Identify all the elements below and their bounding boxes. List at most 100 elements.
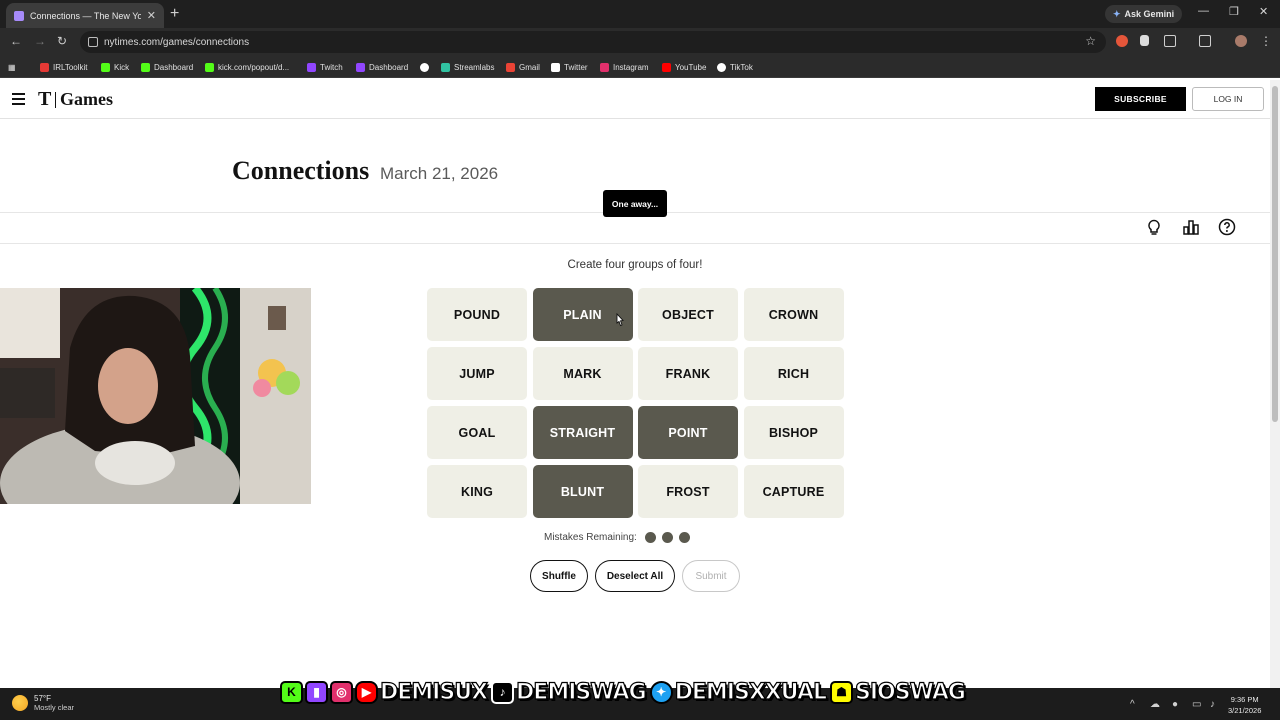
word-card[interactable]: BLUNT — [532, 465, 633, 518]
submit-button[interactable]: Submit — [682, 560, 740, 592]
browser-tab[interactable]: Connections — The New York T ✕ — [6, 3, 164, 28]
bookmark-item[interactable]: Twitch — [307, 60, 343, 74]
cloud-icon[interactable]: ☁ — [1150, 699, 1160, 710]
bookmark-item[interactable]: Twitter — [551, 60, 588, 74]
address-bar[interactable]: nytimes.com/games/connections ☆ — [80, 31, 1106, 53]
instructions-text: Create four groups of four! — [567, 259, 703, 271]
word-card[interactable]: POINT — [638, 406, 738, 459]
bookmark-item[interactable]: Dashboard — [141, 60, 193, 74]
login-button[interactable]: LOG IN — [1192, 87, 1264, 111]
help-question-icon[interactable] — [1218, 218, 1236, 236]
word-card[interactable]: CAPTURE — [743, 465, 844, 518]
instagram-logo-icon: ◎ — [330, 680, 353, 704]
browser-tab-bar: Connections — The New York T ✕ + ✦ Ask G… — [0, 0, 1280, 28]
mistake-dot — [644, 532, 656, 543]
subscribe-button[interactable]: SUBSCRIBE — [1095, 87, 1186, 111]
bookmark-item[interactable]: kick.com/popout/d... — [205, 60, 289, 74]
mic-icon[interactable]: ● — [1172, 699, 1178, 710]
bookmark-item[interactable]: Kick — [101, 60, 129, 74]
nyt-games-favicon-icon — [14, 10, 24, 21]
mistakes-remaining: Mistakes Remaining: — [544, 532, 690, 543]
mouse-pointer-icon — [616, 313, 624, 327]
word-card[interactable]: BISHOP — [743, 406, 844, 459]
volume-icon[interactable]: ♪ — [1210, 699, 1215, 710]
games-brand[interactable]: Games — [60, 89, 113, 110]
word-card[interactable]: GOAL — [427, 406, 527, 459]
reload-icon[interactable]: ↻ — [57, 34, 67, 48]
mistakes-label: Mistakes Remaining: — [544, 532, 637, 543]
divider — [0, 243, 1270, 244]
site-header: T Games SUBSCRIBE LOG IN — [0, 80, 1270, 119]
bookmark-item[interactable]: Instagram — [600, 60, 649, 74]
extensions-puzzle-icon[interactable] — [1164, 35, 1176, 47]
extension-icon[interactable] — [1116, 35, 1128, 47]
apps-grid-icon[interactable]: ▦ — [8, 60, 16, 74]
lock-extension-icon[interactable] — [1140, 35, 1149, 46]
bookmark-item[interactable] — [420, 60, 433, 74]
system-clock[interactable]: 9:36 PM 3/21/2026 — [1228, 694, 1261, 716]
profile-avatar[interactable] — [1235, 35, 1247, 47]
twitch-logo-icon: ▮ — [305, 680, 328, 704]
word-card[interactable]: FROST — [638, 465, 738, 518]
side-panel-icon[interactable] — [1199, 35, 1211, 47]
display-icon[interactable]: ▭ — [1192, 699, 1201, 710]
minimize-icon[interactable]: — — [1198, 5, 1209, 17]
bookmark-item[interactable]: Streamlabs — [441, 60, 494, 74]
word-card[interactable]: RICH — [743, 347, 844, 400]
restore-icon[interactable]: ❐ — [1229, 5, 1239, 18]
hamburger-menu-icon[interactable] — [12, 93, 25, 105]
puzzle-date: March 21, 2026 — [380, 164, 499, 183]
bookmark-item[interactable]: TikTok — [717, 60, 753, 74]
weather-condition: Mostly clear — [34, 703, 75, 712]
kick-logo-icon: K — [280, 680, 303, 704]
word-card[interactable]: KING — [427, 465, 527, 518]
word-card[interactable]: POUND — [427, 288, 527, 341]
handle-text: DEMISXXUAL — [674, 679, 828, 705]
bookmark-item[interactable]: Dashboard — [356, 60, 408, 74]
stats-chart-icon[interactable] — [1182, 218, 1200, 236]
twitter-bird-icon: ✦ — [649, 680, 673, 704]
word-card[interactable]: MARK — [532, 347, 633, 400]
deselect-all-button[interactable]: Deselect All — [595, 560, 675, 592]
forward-icon[interactable]: → — [34, 34, 46, 48]
word-card[interactable]: FRANK — [638, 347, 738, 400]
social-handles-overlay: K ▮ ◎ ▶ DEMISUX ♪ DEMISWAG ✦ DEMISXXUAL … — [280, 677, 967, 707]
logo-divider — [55, 92, 56, 108]
new-tab-button[interactable]: + — [170, 5, 179, 23]
weather-widget[interactable]: 57°F Mostly clear — [12, 694, 74, 712]
bookmark-item[interactable]: Gmail — [506, 60, 540, 74]
word-card[interactable]: JUMP — [427, 347, 527, 400]
more-menu-icon[interactable]: ⋮ — [1260, 34, 1272, 48]
url-text: nytimes.com/games/connections — [104, 36, 250, 48]
page-scrollbar-thumb[interactable] — [1272, 86, 1278, 422]
handle-text: DEMISWAG — [515, 679, 647, 705]
streamer-webcam — [0, 288, 311, 504]
weather-temp: 57°F — [34, 694, 51, 703]
word-card[interactable]: OBJECT — [638, 288, 738, 341]
bookmarks-bar: ▦ IRLToolkit Kick Dashboard kick.com/pop… — [0, 56, 1280, 78]
youtube-logo-icon: ▶ — [355, 680, 378, 704]
hint-lightbulb-icon[interactable] — [1145, 218, 1163, 236]
bookmark-star-icon[interactable]: ☆ — [1085, 34, 1096, 48]
word-grid: POUND PLAIN OBJECT CROWN JUMP MARK FRANK… — [427, 288, 844, 518]
ask-gemini-button[interactable]: ✦ Ask Gemini — [1105, 5, 1183, 23]
site-info-icon[interactable] — [88, 37, 98, 47]
close-tab-icon[interactable]: ✕ — [147, 9, 156, 22]
browser-toolbar: ← → ↻ nytimes.com/games/connections ☆ — [0, 28, 1280, 56]
webcam-feed-image — [0, 288, 311, 504]
mistake-dot — [678, 532, 690, 543]
word-card[interactable]: STRAIGHT — [532, 406, 633, 459]
word-card[interactable]: CROWN — [743, 288, 844, 341]
shuffle-button[interactable]: Shuffle — [530, 560, 588, 592]
handle-text: DEMISUX — [379, 679, 488, 705]
game-title: Connections — [232, 156, 370, 185]
one-away-toast: One away... — [603, 190, 667, 217]
close-window-icon[interactable]: ✕ — [1259, 5, 1268, 18]
bookmark-item[interactable]: YouTube — [662, 60, 706, 74]
tray-chevron-icon[interactable]: ^ — [1130, 699, 1135, 710]
gemini-sparkle-icon: ✦ — [1113, 8, 1121, 19]
bookmark-item[interactable]: IRLToolkit — [40, 60, 88, 74]
back-icon[interactable]: ← — [10, 34, 22, 48]
tab-title: Connections — The New York T — [30, 10, 141, 21]
nyt-logo[interactable]: T — [38, 88, 51, 111]
